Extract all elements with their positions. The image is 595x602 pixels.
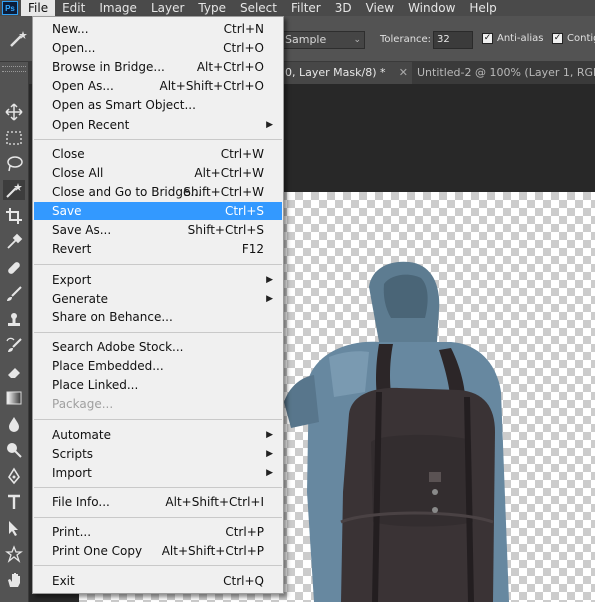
submenu-arrow-icon: ▶ (266, 294, 273, 304)
eraser-tool-icon[interactable] (3, 362, 25, 382)
lasso-tool-icon[interactable] (3, 154, 25, 174)
magic-wand-icon[interactable] (8, 30, 30, 48)
file-menu-dropdown: New... Ctrl+N Open... Ctrl+O Browse in Bri… (32, 16, 284, 594)
menu-item-print-one-copy[interactable]: Print One Copy Alt+Shift+Ctrl+P (34, 542, 282, 560)
checkmark-icon: ✓ (482, 33, 493, 44)
menu-separator (34, 264, 282, 265)
menu-item-place-embedded[interactable]: Place Embedded... (34, 357, 282, 375)
submenu-arrow-icon: ▶ (266, 449, 273, 459)
anti-alias-checkbox[interactable]: ✓ Anti-alias (482, 33, 544, 44)
dodge-tool-icon[interactable] (3, 440, 25, 460)
menu-item-exit[interactable]: Exit Ctrl+Q (34, 572, 282, 590)
tab-label: 0, Layer Mask/8) * (285, 66, 386, 79)
menu-item-import[interactable]: Import ▶ (34, 464, 282, 482)
menu-item-close-and-go-to-bridge[interactable]: Close and Go to Bridge... Shift+Ctrl+W (34, 183, 282, 201)
stamp-tool-icon[interactable] (3, 310, 25, 330)
tolerance-label: Tolerance: (380, 34, 432, 45)
menu-item-automate[interactable]: Automate ▶ (34, 426, 282, 444)
checkmark-icon: ✓ (552, 33, 563, 44)
menu-separator (34, 332, 282, 333)
menu-item-save[interactable]: Save Ctrl+S (34, 202, 282, 220)
move-tool-icon[interactable] (3, 102, 25, 122)
menu-item-browse-in-bridge[interactable]: Browse in Bridge... Alt+Ctrl+O (34, 58, 282, 76)
submenu-arrow-icon: ▶ (266, 430, 273, 440)
marquee-tool-icon[interactable] (3, 128, 25, 148)
contiguous-label: Contigu (567, 33, 595, 44)
magic-wand-tool-icon[interactable] (3, 180, 25, 200)
menu-item-package: Package... (52, 397, 114, 411)
menu-item-print[interactable]: Print... Ctrl+P (34, 523, 282, 541)
anti-alias-label: Anti-alias (497, 33, 544, 44)
menu-view[interactable]: View (359, 0, 401, 16)
healing-brush-tool-icon[interactable] (3, 258, 25, 278)
menu-item-place-linked[interactable]: Place Linked... (34, 376, 282, 394)
menu-edit[interactable]: Edit (55, 0, 92, 16)
menu-item-close[interactable]: Close Ctrl+W (34, 145, 282, 163)
custom-shape-tool-icon[interactable] (3, 544, 25, 564)
menu-separator (34, 517, 282, 518)
menu-file[interactable]: File (21, 0, 56, 16)
menu-separator (34, 565, 282, 566)
sample-size-select[interactable]: Sample ⌄ (282, 31, 365, 49)
menu-help[interactable]: Help (462, 0, 503, 16)
menu-3d[interactable]: 3D (328, 0, 359, 16)
menu-filter[interactable]: Filter (284, 0, 328, 16)
menu-item-open-recent[interactable]: Open Recent ▶ (34, 116, 282, 134)
menu-bar: Ps File Edit Image Layer Type Select Fil… (0, 0, 595, 16)
menu-separator (34, 139, 282, 140)
menu-separator (34, 419, 282, 420)
path-selection-tool-icon[interactable] (3, 518, 25, 538)
eyedropper-tool-icon[interactable] (3, 232, 25, 252)
menu-separator (34, 487, 282, 488)
menu-item-revert[interactable]: Revert F12 (34, 240, 282, 258)
chevron-down-icon: ⌄ (353, 35, 361, 45)
crop-tool-icon[interactable] (3, 206, 25, 226)
menu-window[interactable]: Window (401, 0, 462, 16)
menu-image[interactable]: Image (92, 0, 144, 16)
menu-item-file-info[interactable]: File Info... Alt+Shift+Ctrl+I (34, 493, 282, 511)
tab-document-2[interactable]: Untitled-2 @ 100% (Layer 1, RGB/8) (415, 62, 595, 84)
hand-tool-icon[interactable] (3, 570, 25, 590)
pen-tool-icon[interactable] (3, 466, 25, 486)
blur-tool-icon[interactable] (3, 414, 25, 434)
menu-item-new[interactable]: New... Ctrl+N (34, 20, 282, 38)
menu-item-generate[interactable]: Generate ▶ (34, 290, 282, 308)
menu-item-share-on-behance[interactable]: Share on Behance... (34, 308, 282, 326)
gradient-tool-icon[interactable] (3, 388, 25, 408)
contiguous-checkbox[interactable]: ✓ Contigu (552, 33, 595, 44)
brush-tool-icon[interactable] (3, 284, 25, 304)
menu-item-export[interactable]: Export ▶ (34, 271, 282, 289)
menu-item-open-as[interactable]: Open As... Alt+Shift+Ctrl+O (34, 77, 282, 95)
submenu-arrow-icon: ▶ (266, 120, 273, 130)
close-icon[interactable]: ✕ (399, 62, 408, 84)
menu-item-save-as[interactable]: Save As... Shift+Ctrl+S (34, 221, 282, 239)
panel-grip[interactable] (2, 66, 26, 72)
menu-item-close-all[interactable]: Close All Alt+Ctrl+W (34, 164, 282, 182)
submenu-arrow-icon: ▶ (266, 275, 273, 285)
menu-item-open-as-smart-object[interactable]: Open as Smart Object... (34, 96, 282, 114)
menu-item-search-adobe-stock[interactable]: Search Adobe Stock... (34, 338, 282, 356)
submenu-arrow-icon: ▶ (266, 468, 273, 478)
type-tool-icon[interactable] (3, 492, 25, 512)
menu-layer[interactable]: Layer (144, 0, 191, 16)
tab-document-1[interactable]: 0, Layer Mask/8) * ✕ (279, 62, 412, 84)
menu-item-scripts[interactable]: Scripts ▶ (34, 445, 282, 463)
photoshop-logo-icon: Ps (2, 1, 18, 15)
history-brush-tool-icon[interactable] (3, 336, 25, 356)
tools-panel (0, 62, 29, 602)
menu-type[interactable]: Type (191, 0, 233, 16)
tab-label: Untitled-2 @ 100% (Layer 1, RGB/8) (417, 66, 595, 79)
menu-item-open[interactable]: Open... Ctrl+O (34, 39, 282, 57)
tolerance-input[interactable]: 32 (433, 31, 473, 49)
menu-select[interactable]: Select (233, 0, 284, 16)
